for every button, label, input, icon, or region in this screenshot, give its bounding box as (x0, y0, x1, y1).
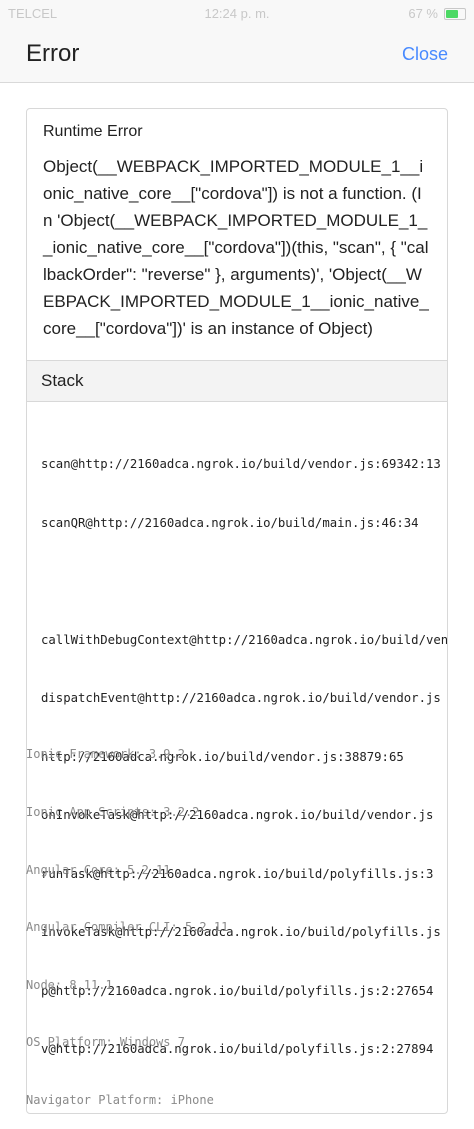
modal-header: Error Close (0, 28, 474, 83)
version-ionic-framework: Ionic Framework: 3.9.2 (26, 747, 185, 762)
battery-percent: 67 % (408, 6, 438, 21)
version-angular-compiler: Angular Compiler CLI: 5.2.11 (26, 920, 229, 935)
version-os-platform: OS Platform: Windows 7 (26, 1035, 185, 1050)
version-angular-core: Angular Core: 5.2.11 (26, 862, 171, 877)
version-navigator-platform: Navigator Platform: iPhone (26, 1093, 214, 1108)
stack-line: dispatchEvent@http://2160adca.ngrok.io/b… (41, 691, 441, 705)
page-title: Error (26, 40, 80, 67)
close-button[interactable]: Close (402, 44, 448, 65)
error-label: Runtime Error (43, 123, 143, 140)
version-ionic-app-scripts: Ionic App Scripts: 3.2.2 (26, 805, 200, 820)
battery-icon (444, 7, 466, 20)
stack-line: scanQR@http://2160adca.ngrok.io/build/ma… (41, 515, 419, 530)
status-right: 67 % (408, 6, 466, 21)
clock: 12:24 p. m. (204, 6, 270, 21)
version-info: Ionic Framework: 3.9.2 Ionic App Scripts… (26, 707, 228, 1129)
version-node: Node: 8.11.1 (26, 977, 113, 992)
stack-header: Stack (27, 360, 447, 402)
stack-line: callWithDebugContext@http://2160adca.ngr… (41, 632, 447, 647)
error-message: Object(__WEBPACK_IMPORTED_MODULE_1__ioni… (43, 157, 429, 338)
status-bar: TELCEL 12:24 p. m. 67 % (0, 0, 474, 28)
stack-line: scan@http://2160adca.ngrok.io/build/vend… (41, 457, 441, 471)
stack-spacer (41, 572, 447, 592)
